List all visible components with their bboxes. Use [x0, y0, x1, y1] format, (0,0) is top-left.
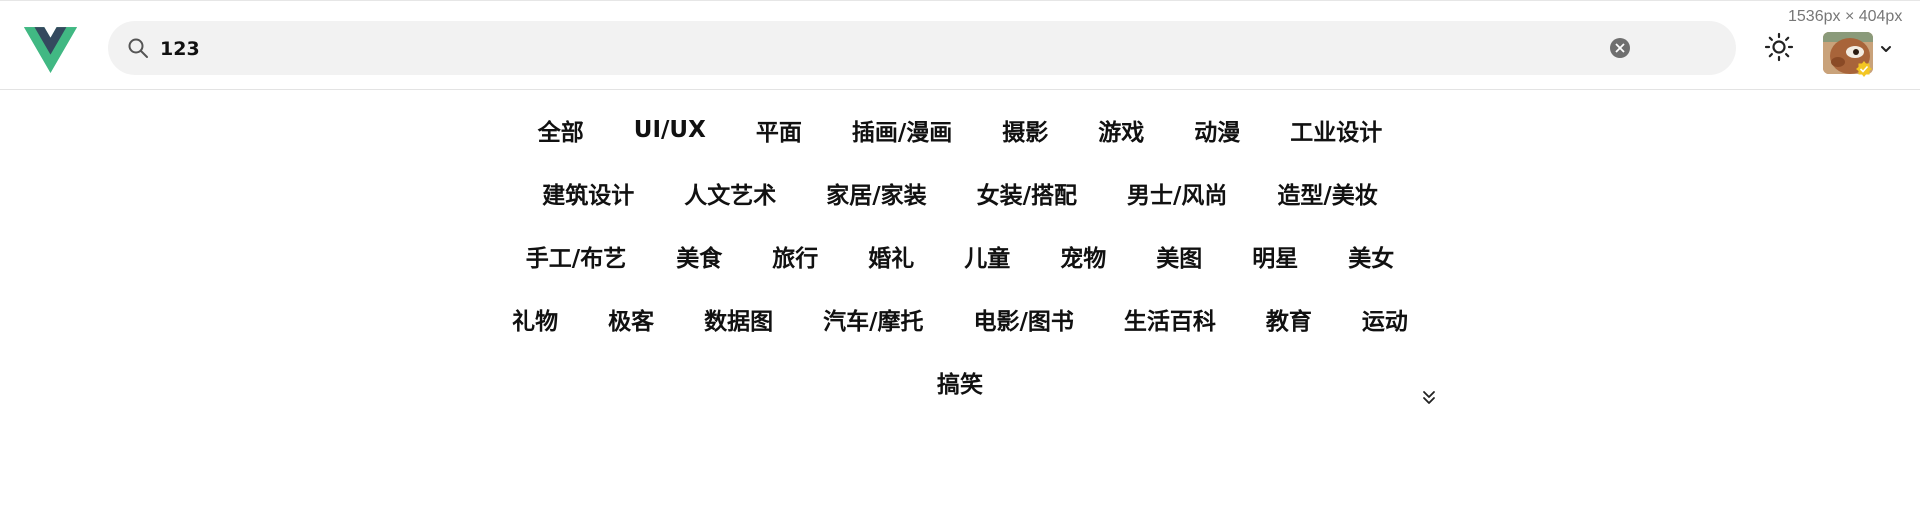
category-item[interactable]: 建筑设计 [542, 176, 634, 210]
category-list: 全部 UI/UX 平面 插画/漫画 摄影 游戏 动漫 工业设计 建筑设计 人文艺… [0, 98, 1920, 413]
search-icon [128, 38, 148, 58]
category-item[interactable]: 男士/风尚 [1127, 176, 1227, 210]
clear-icon[interactable] [1610, 38, 1630, 58]
category-item[interactable]: 搞笑 [937, 365, 983, 399]
category-item[interactable]: 礼物 [512, 302, 558, 336]
category-item[interactable]: 运动 [1362, 302, 1408, 336]
category-item[interactable]: 插画/漫画 [852, 113, 952, 147]
category-item[interactable]: 婚礼 [868, 239, 914, 273]
vue-logo-icon[interactable] [24, 27, 77, 73]
search-bar [108, 21, 1736, 75]
category-item[interactable]: 女装/搭配 [977, 176, 1077, 210]
category-item[interactable]: 教育 [1266, 302, 1312, 336]
dimension-tooltip: 1536px × 404px [1786, 8, 1905, 26]
category-item[interactable]: 明星 [1252, 239, 1298, 273]
category-item[interactable]: 人文艺术 [684, 176, 776, 210]
category-item[interactable]: 电影/图书 [974, 302, 1074, 336]
search-input[interactable] [158, 30, 1662, 68]
category-row: 搞笑 [0, 350, 1920, 413]
category-item[interactable]: 旅行 [772, 239, 818, 273]
category-row: 全部 UI/UX 平面 插画/漫画 摄影 游戏 动漫 工业设计 [0, 98, 1920, 161]
category-row: 手工/布艺 美食 旅行 婚礼 儿童 宠物 美图 明星 美女 [0, 224, 1920, 287]
verified-badge-icon [1856, 61, 1872, 77]
category-item[interactable]: 造型/美妆 [1277, 176, 1377, 210]
top-bar [0, 0, 1920, 90]
category-item[interactable]: 美图 [1156, 239, 1202, 273]
category-row: 礼物 极客 数据图 汽车/摩托 电影/图书 生活百科 教育 运动 [0, 287, 1920, 350]
double-chevron-down-icon[interactable] [1419, 388, 1439, 408]
category-item[interactable]: 摄影 [1002, 113, 1048, 147]
category-item[interactable]: 美食 [676, 239, 722, 273]
category-item[interactable]: 宠物 [1060, 239, 1106, 273]
category-item[interactable]: 工业设计 [1290, 113, 1382, 147]
category-item[interactable]: 游戏 [1098, 113, 1144, 147]
category-item[interactable]: 手工/布艺 [526, 239, 626, 273]
category-item[interactable]: UI/UX [634, 117, 706, 143]
category-item[interactable]: 汽车/摩托 [823, 302, 923, 336]
category-row: 建筑设计 人文艺术 家居/家装 女装/搭配 男士/风尚 造型/美妆 [0, 161, 1920, 224]
category-item[interactable]: 生活百科 [1124, 302, 1216, 336]
category-item[interactable]: 家居/家装 [826, 176, 926, 210]
category-item[interactable]: 美女 [1348, 239, 1394, 273]
chevron-down-icon[interactable] [1879, 42, 1893, 56]
category-item[interactable]: 全部 [538, 113, 584, 147]
category-item[interactable]: 数据图 [704, 302, 773, 336]
category-item[interactable]: 平面 [756, 113, 802, 147]
sun-icon[interactable] [1764, 32, 1794, 62]
category-item[interactable]: 极客 [608, 302, 654, 336]
category-item[interactable]: 动漫 [1194, 113, 1240, 147]
category-item[interactable]: 儿童 [964, 239, 1010, 273]
